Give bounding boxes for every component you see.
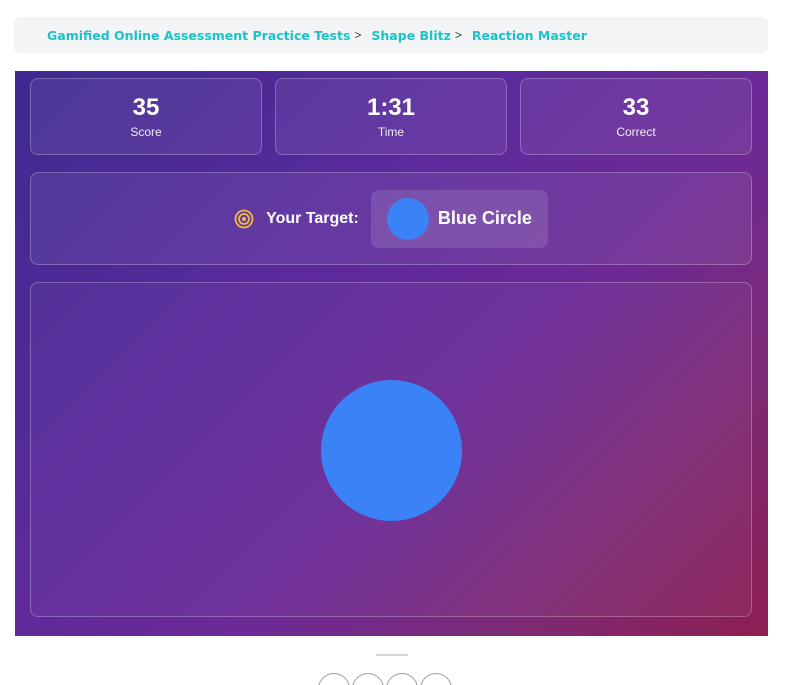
pinterest-icon[interactable]: [420, 673, 452, 685]
share-buttons: [318, 673, 452, 685]
target-icon: [234, 209, 254, 228]
footer-divider: [376, 654, 408, 656]
time-value: 1:31: [366, 93, 416, 121]
breadcrumb-separator: >: [454, 28, 462, 42]
correct-label: Correct: [616, 124, 656, 139]
twitter-icon[interactable]: [352, 673, 384, 685]
target-chip: Blue Circle: [370, 189, 548, 248]
play-area: [30, 282, 752, 617]
correct-card: 33 Correct: [520, 78, 752, 155]
time-label: Time: [377, 124, 405, 139]
score-card: 35 Score: [30, 78, 262, 155]
breadcrumb: Gamified Online Assessment Practice Test…: [14, 17, 768, 53]
linkedin-icon[interactable]: [386, 673, 418, 685]
page: Gamified Online Assessment Practice Test…: [0, 0, 791, 685]
target-prompt: Your Target:: [266, 209, 359, 227]
breadcrumb-link-practice-tests[interactable]: Gamified Online Assessment Practice Test…: [47, 28, 350, 43]
shape-blue-circle[interactable]: [321, 380, 462, 521]
breadcrumb-link-shape-blitz[interactable]: Shape Blitz: [371, 28, 450, 43]
game-container: 35 Score 1:31 Time 33 Correct Your Targe…: [15, 71, 768, 636]
score-value: 35: [132, 93, 160, 121]
target-shape-label: Blue Circle: [437, 208, 532, 228]
breadcrumb-link-reaction-master[interactable]: Reaction Master: [472, 28, 587, 43]
facebook-icon[interactable]: [318, 673, 350, 685]
breadcrumb-separator: >: [354, 28, 362, 42]
score-label: Score: [130, 124, 162, 139]
target-panel: Your Target: Blue Circle: [30, 172, 752, 265]
correct-value: 33: [622, 93, 650, 121]
target-shape-circle-icon: [386, 197, 429, 240]
time-card: 1:31 Time: [275, 78, 507, 155]
